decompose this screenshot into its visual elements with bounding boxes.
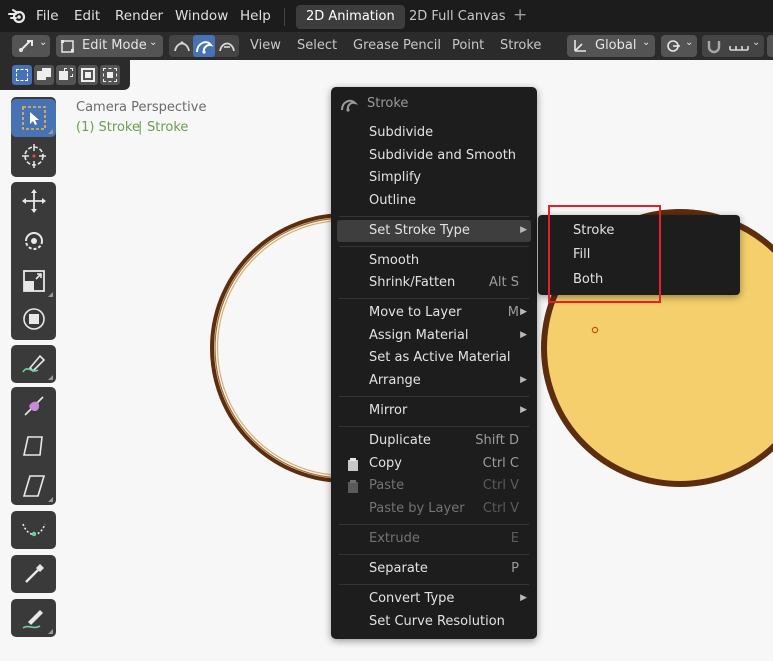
menu-separator bbox=[339, 396, 529, 397]
submenu-arrow-icon: ▶ bbox=[520, 593, 527, 603]
context-menu-title: Stroke bbox=[367, 96, 409, 111]
menu-separator bbox=[339, 426, 529, 427]
copy-icon bbox=[348, 458, 358, 471]
menu-separator bbox=[339, 216, 529, 217]
menu-item-set-curve-resolution[interactable]: Set Curve Resolution bbox=[337, 611, 531, 633]
submenu-arrow-icon: ▶ bbox=[520, 225, 527, 235]
menu-item-set-stroke-type[interactable]: Set Stroke Type ▶ bbox=[337, 220, 531, 242]
menu-item-duplicate[interactable]: Duplicate Shift D bbox=[337, 430, 531, 452]
menu-item-copy[interactable]: Copy Ctrl C bbox=[337, 453, 531, 475]
highlight-annotation-box bbox=[548, 205, 661, 303]
menu-item-simplify[interactable]: Simplify bbox=[337, 167, 531, 189]
paste-icon bbox=[348, 480, 358, 493]
menu-item-mirror[interactable]: Mirror ▶ bbox=[337, 400, 531, 422]
menu-item-shrink-fatten[interactable]: Shrink/Fatten Alt S bbox=[337, 272, 531, 294]
menu-item-convert-type[interactable]: Convert Type ▶ bbox=[337, 588, 531, 610]
menu-separator bbox=[339, 298, 529, 299]
menu-item-set-as-active-material[interactable]: Set as Active Material bbox=[337, 347, 531, 369]
menu-separator bbox=[339, 524, 529, 525]
menu-separator bbox=[339, 554, 529, 555]
submenu-arrow-icon: ▶ bbox=[520, 375, 527, 385]
stroke-context-menu: Stroke Subdivide Subdivide and Smooth Si… bbox=[331, 87, 537, 639]
menu-item-extrude[interactable]: Extrude E bbox=[337, 528, 531, 550]
menu-item-smooth[interactable]: Smooth bbox=[337, 250, 531, 272]
menu-item-paste-by-layer[interactable]: Paste by Layer Ctrl V bbox=[337, 498, 531, 520]
menu-item-arrange[interactable]: Arrange ▶ bbox=[337, 370, 531, 392]
submenu-arrow-icon: ▶ bbox=[520, 405, 527, 415]
stroke-mode-icon bbox=[341, 99, 358, 112]
submenu-arrow-icon: ▶ bbox=[520, 330, 527, 340]
menu-item-subdivide-and-smooth[interactable]: Subdivide and Smooth bbox=[337, 145, 531, 167]
menu-item-separate[interactable]: Separate P bbox=[337, 558, 531, 580]
menu-item-outline[interactable]: Outline bbox=[337, 190, 531, 212]
menu-item-move-to-layer[interactable]: Move to Layer M ▶ bbox=[337, 302, 531, 324]
menu-item-subdivide[interactable]: Subdivide bbox=[337, 122, 531, 144]
submenu-arrow-icon: ▶ bbox=[520, 307, 527, 317]
menu-item-paste[interactable]: Paste Ctrl V bbox=[337, 475, 531, 497]
stroke-point bbox=[591, 326, 599, 334]
menu-item-assign-material[interactable]: Assign Material ▶ bbox=[337, 325, 531, 347]
menu-separator bbox=[339, 584, 529, 585]
menu-separator bbox=[339, 246, 529, 247]
